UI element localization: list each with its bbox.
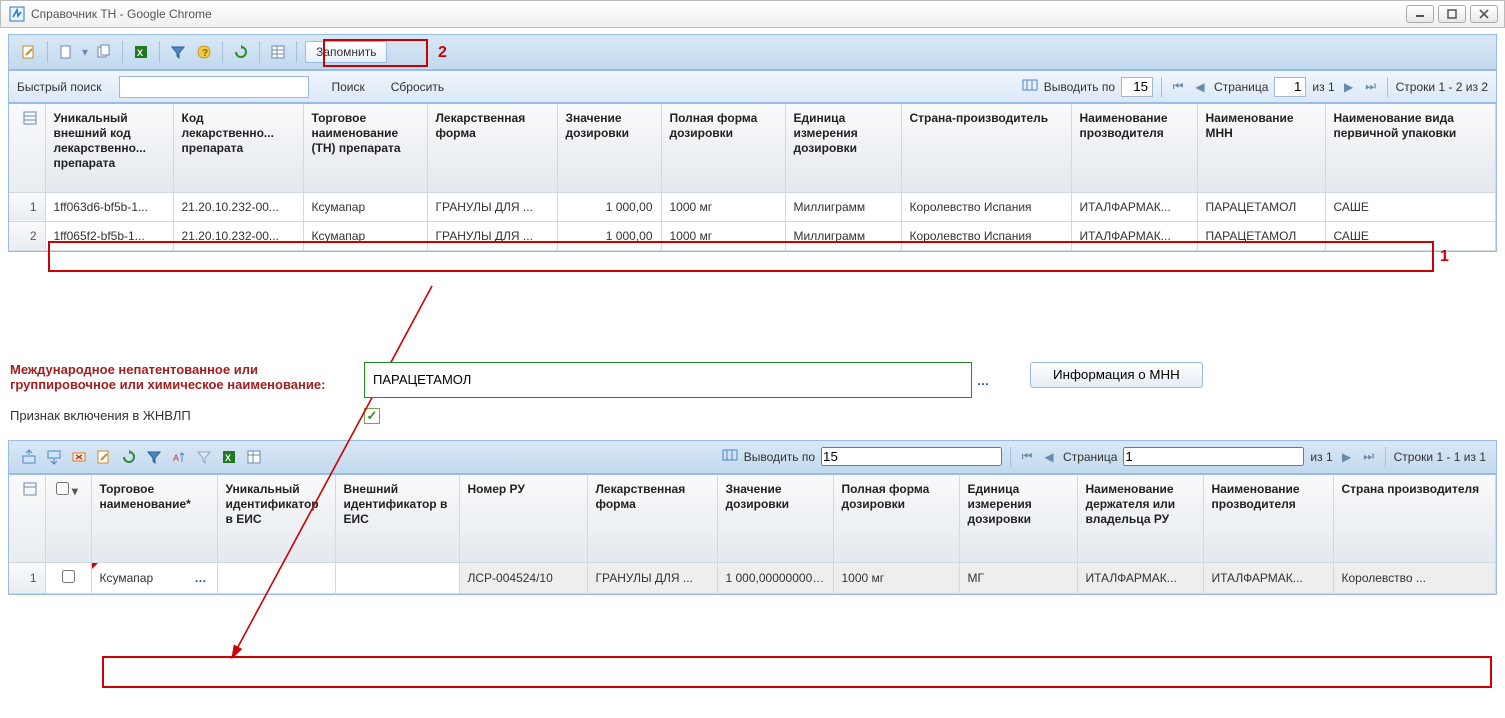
- filter-clear-icon[interactable]: [194, 447, 214, 467]
- doc-copy-icon[interactable]: [94, 42, 114, 62]
- filter-icon[interactable]: [168, 42, 188, 62]
- mnn-label: Международное непатентованное или группи…: [10, 362, 350, 392]
- annotation-2: 2: [438, 44, 447, 62]
- page-prev-icon[interactable]: ◀: [1192, 79, 1208, 95]
- page-label-2: Страница: [1063, 450, 1117, 464]
- quick-search-input[interactable]: [119, 76, 309, 98]
- refresh2-icon[interactable]: [119, 447, 139, 467]
- excel-icon[interactable]: X: [131, 42, 151, 62]
- page-next2-icon[interactable]: ▶: [1339, 449, 1355, 465]
- page-input[interactable]: [1274, 77, 1306, 97]
- svg-text:X: X: [225, 453, 231, 463]
- window-maximize-button[interactable]: [1438, 5, 1466, 23]
- insert-row-bottom-icon[interactable]: [44, 447, 64, 467]
- columns-icon[interactable]: [1022, 77, 1038, 96]
- per-page-label: Выводить по: [1044, 80, 1115, 94]
- refresh-icon[interactable]: [231, 42, 251, 62]
- table-row[interactable]: 2 1ff065f2-bf5b-1... 21.20.10.232-00... …: [9, 221, 1496, 250]
- page-first-icon[interactable]: ⏮: [1170, 79, 1186, 95]
- filter-help-icon[interactable]: ?: [194, 42, 214, 62]
- trade-name-cell[interactable]: Ксумапар: [100, 571, 154, 585]
- mnn-lookup-button[interactable]: …: [974, 372, 992, 390]
- row-checkbox[interactable]: [62, 570, 75, 583]
- app-icon: [9, 6, 25, 22]
- mnn-info-button[interactable]: Информация о МНН: [1030, 362, 1203, 388]
- quick-search-label: Быстрый поиск: [17, 80, 101, 94]
- svg-text:A: A: [173, 453, 179, 463]
- mnn-input[interactable]: [364, 362, 972, 398]
- grid2-header: ▾ Торговое наименование* Уникальный иден…: [9, 475, 1496, 563]
- rows-info-2: Строки 1 - 1 из 1: [1394, 450, 1486, 464]
- page-first2-icon[interactable]: ⏮: [1019, 449, 1035, 465]
- remember-button[interactable]: Запомнить: [305, 41, 387, 63]
- table-icon[interactable]: [268, 42, 288, 62]
- annotation-1: 1: [1440, 248, 1449, 266]
- per-page-label-2: Выводить по: [744, 450, 815, 464]
- page-input-2[interactable]: [1123, 447, 1304, 466]
- table-row[interactable]: 1 1ff063d6-bf5b-1... 21.20.10.232-00... …: [9, 192, 1496, 221]
- svg-text:?: ?: [202, 48, 208, 59]
- edit-row-icon[interactable]: [94, 447, 114, 467]
- excel2-icon[interactable]: X: [219, 447, 239, 467]
- window-minimize-button[interactable]: [1406, 5, 1434, 23]
- edit-icon[interactable]: [19, 42, 39, 62]
- window-title: Справочник ТН - Google Chrome: [31, 7, 212, 21]
- reset-button[interactable]: Сбросить: [387, 80, 448, 94]
- insert-row-top-icon[interactable]: [19, 447, 39, 467]
- columns2-icon[interactable]: [722, 447, 738, 466]
- page-last-icon[interactable]: ⏭: [1363, 79, 1379, 95]
- grid2-toolbar: A X Выводить по ⏮ ◀ Страница из 1 ▶ ⏭ Ст…: [8, 440, 1497, 474]
- window-close-button[interactable]: [1470, 5, 1498, 23]
- zhvnlp-checkbox[interactable]: [364, 408, 380, 424]
- table2-icon[interactable]: [244, 447, 264, 467]
- search-bar: Быстрый поиск Поиск Сбросить Выводить по…: [8, 70, 1497, 103]
- rows-info: Строки 1 - 2 из 2: [1396, 80, 1488, 94]
- select-all-checkbox[interactable]: [56, 482, 69, 495]
- grid1-header: Уникальный внешний код лекарственно... п…: [9, 104, 1496, 192]
- page-last2-icon[interactable]: ⏭: [1361, 449, 1377, 465]
- page-prev2-icon[interactable]: ◀: [1041, 449, 1057, 465]
- page-of-2: из 1: [1310, 450, 1332, 464]
- filter2-icon[interactable]: [144, 447, 164, 467]
- delete-row-icon[interactable]: [69, 447, 89, 467]
- doc-new-icon[interactable]: [56, 42, 76, 62]
- page-of: из 1: [1312, 80, 1334, 94]
- search-button[interactable]: Поиск: [327, 80, 368, 94]
- sort-asc-icon[interactable]: A: [169, 447, 189, 467]
- svg-text:X: X: [137, 48, 143, 58]
- zhvnlp-label: Признак включения в ЖНВЛП: [10, 408, 350, 423]
- page-next-icon[interactable]: ▶: [1341, 79, 1357, 95]
- page-label: Страница: [1214, 80, 1268, 94]
- main-toolbar: ▾ X ? Запомнить: [8, 34, 1497, 70]
- trade-name-lookup-icon[interactable]: …: [195, 571, 209, 585]
- per-page-input-2[interactable]: [821, 447, 1002, 466]
- window-title-bar: Справочник ТН - Google Chrome: [0, 0, 1505, 28]
- table-row[interactable]: 1 Ксумапар… ЛСР-004524/10 ГРАНУЛЫ ДЛЯ ..…: [9, 563, 1496, 594]
- per-page-input[interactable]: [1121, 77, 1153, 97]
